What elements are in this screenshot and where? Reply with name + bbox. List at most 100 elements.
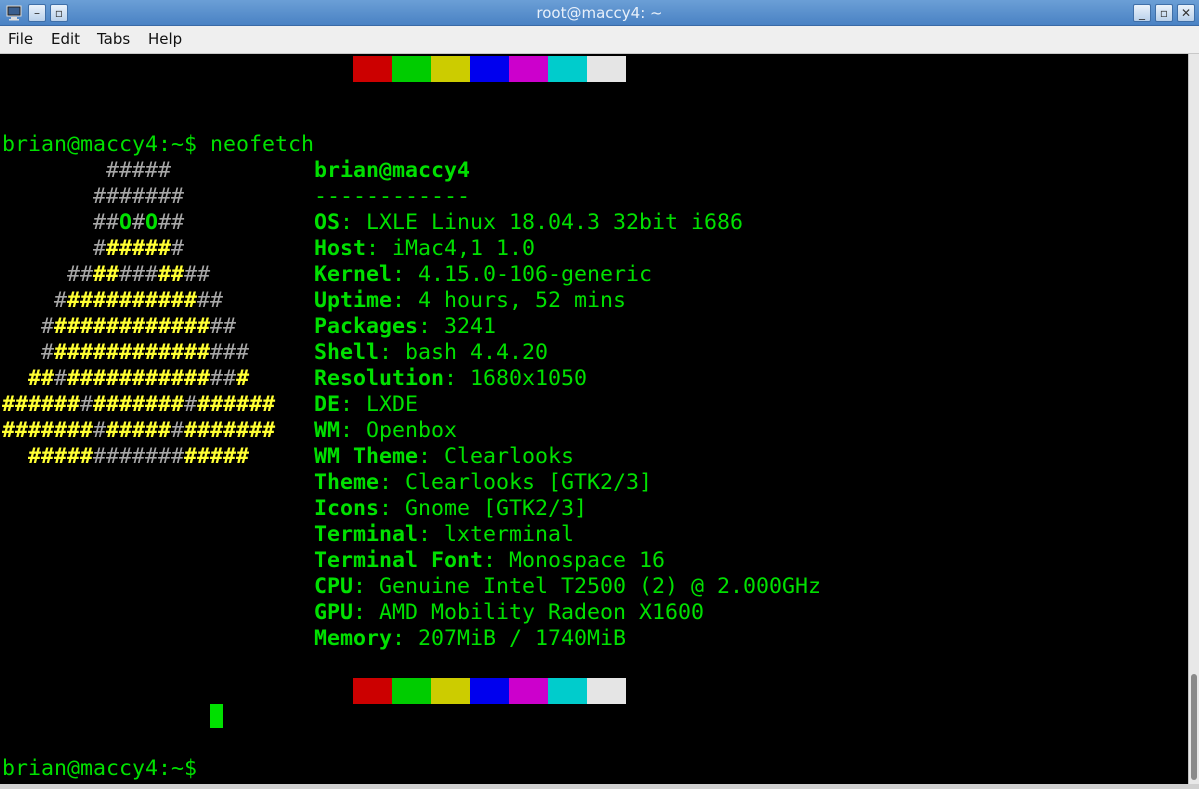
ascii-logo-segment: ###: [210, 340, 250, 365]
ascii-logo-line: ################: [2, 340, 249, 366]
neofetch-header: brian@maccy4: [314, 158, 471, 183]
info-line: Kernel: 4.15.0-106-generic: [314, 262, 652, 288]
info-line: Resolution: 1680x1050: [314, 366, 587, 392]
ascii-logo-segment: ##: [2, 262, 94, 287]
ascii-logo-segment: #: [171, 418, 185, 443]
info-line: Host: iMac4,1 1.0: [314, 236, 535, 262]
info-key: Host: [314, 236, 367, 261]
ascii-logo-segment: ##########: [67, 288, 198, 313]
info-value: : LXDE: [340, 392, 419, 417]
info-key: Packages: [314, 314, 419, 339]
ascii-logo-line: ###########: [2, 262, 210, 288]
ascii-logo-segment: #: [184, 392, 198, 417]
ascii-logo-segment: ############: [54, 340, 211, 365]
ascii-logo-segment: #: [236, 366, 250, 391]
ascii-logo-line: #################: [2, 366, 249, 392]
ascii-logo-line: ###############: [2, 314, 236, 340]
info-key: Icons: [314, 496, 380, 521]
color-swatch: [392, 56, 431, 82]
color-swatch: [353, 678, 392, 704]
ascii-logo-segment: #####: [106, 236, 172, 261]
color-swatch: [548, 56, 587, 82]
color-swatch: [587, 678, 626, 704]
ascii-logo-line: #################: [2, 444, 249, 470]
info-value: : LXLE Linux 18.04.3 32bit i686: [340, 210, 744, 235]
ascii-logo-segment: #####: [2, 444, 94, 469]
info-value: : 207MiB / 1740MiB: [392, 626, 627, 651]
ascii-logo-segment: #####: [106, 418, 172, 443]
ascii-logo-segment: ##: [2, 210, 120, 235]
menu-help[interactable]: Help: [148, 30, 182, 48]
color-swatch: [509, 678, 548, 704]
ascii-logo-segment: #####: [184, 444, 250, 469]
window-bottom-edge: [0, 784, 1199, 789]
ascii-logo-segment: #: [2, 314, 55, 339]
info-key: Theme: [314, 470, 380, 495]
info-key: OS: [314, 210, 341, 235]
color-palette-bottom: [353, 678, 626, 704]
menu-file[interactable]: File: [8, 30, 33, 48]
ascii-logo-segment: ##: [2, 366, 55, 391]
ascii-logo-segment: ##: [158, 262, 185, 287]
color-swatch: [353, 56, 392, 82]
info-value: : Genuine Intel T2500 (2) @ 2.000GHz: [353, 574, 822, 599]
info-value: : Clearlooks: [418, 444, 575, 469]
ascii-logo-segment: #######: [184, 418, 276, 443]
info-key: Memory: [314, 626, 393, 651]
close-button[interactable]: ✕: [1177, 4, 1195, 22]
neofetch-separator: ------------: [314, 184, 471, 209]
ascii-logo-segment: ##: [197, 288, 224, 313]
info-line: WM Theme: Clearlooks: [314, 444, 574, 470]
window-title: root@maccy4: ~: [536, 4, 663, 22]
ascii-logo-segment: ##: [93, 262, 120, 287]
title-bar: – ▫ root@maccy4: ~ _ ▫ ✕: [0, 0, 1199, 26]
info-value: : Clearlooks [GTK2/3]: [379, 470, 653, 495]
terminal-output[interactable]: brian@maccy4:~$ neofetch ##### ####### #…: [0, 54, 1188, 784]
info-line: Memory: 207MiB / 1740MiB: [314, 626, 626, 652]
color-palette-top: [353, 56, 626, 82]
info-value: : 4 hours, 52 mins: [392, 288, 627, 313]
maximize-button[interactable]: ▫: [1155, 4, 1173, 22]
info-line: Packages: 3241: [314, 314, 496, 340]
info-line: Icons: Gnome [GTK2/3]: [314, 496, 587, 522]
ascii-logo-segment: ###: [119, 262, 159, 287]
ascii-logo-segment: #######: [2, 184, 185, 209]
ascii-logo-line: #######: [2, 236, 184, 262]
ascii-logo-segment: ######: [197, 392, 276, 417]
info-value: : 3241: [418, 314, 497, 339]
info-key: Kernel: [314, 262, 393, 287]
ascii-logo-segment: #######: [2, 418, 94, 443]
color-swatch: [509, 56, 548, 82]
ascii-logo-line: #######: [2, 184, 184, 210]
color-swatch: [392, 678, 431, 704]
ascii-logo-line: ##O#O##: [2, 210, 184, 236]
command: neofetch: [210, 132, 315, 157]
info-line: Terminal Font: Monospace 16: [314, 548, 665, 574]
info-key: Uptime: [314, 288, 393, 313]
prompt: brian@maccy4:~$: [2, 132, 211, 157]
menu-tabs[interactable]: Tabs: [97, 30, 130, 48]
ascii-logo-segment: #: [2, 288, 68, 313]
info-value: : 1680x1050: [444, 366, 588, 391]
menu-edit[interactable]: Edit: [51, 30, 80, 48]
text-cursor: [210, 704, 223, 728]
info-key: CPU: [314, 574, 354, 599]
ascii-logo-segment: ##: [210, 314, 237, 339]
ascii-logo-line: #####: [2, 158, 171, 184]
info-line: DE: LXDE: [314, 392, 418, 418]
info-key: Shell: [314, 340, 380, 365]
color-swatch: [470, 678, 509, 704]
ascii-logo-segment: ###########: [67, 366, 211, 391]
scrollbar-thumb[interactable]: [1191, 674, 1197, 780]
color-swatch: [431, 56, 470, 82]
ascii-logo-segment: #: [80, 392, 94, 417]
ascii-logo-segment: #: [2, 236, 107, 261]
info-key: DE: [314, 392, 341, 417]
scrollbar[interactable]: [1188, 54, 1199, 784]
ascii-logo-segment: #: [54, 366, 68, 391]
info-value: : Monospace 16: [483, 548, 666, 573]
info-line: Terminal: lxterminal: [314, 522, 574, 548]
ascii-logo-line: #############: [2, 288, 223, 314]
info-line: WM: Openbox: [314, 418, 457, 444]
minimize-button[interactable]: _: [1133, 4, 1151, 22]
